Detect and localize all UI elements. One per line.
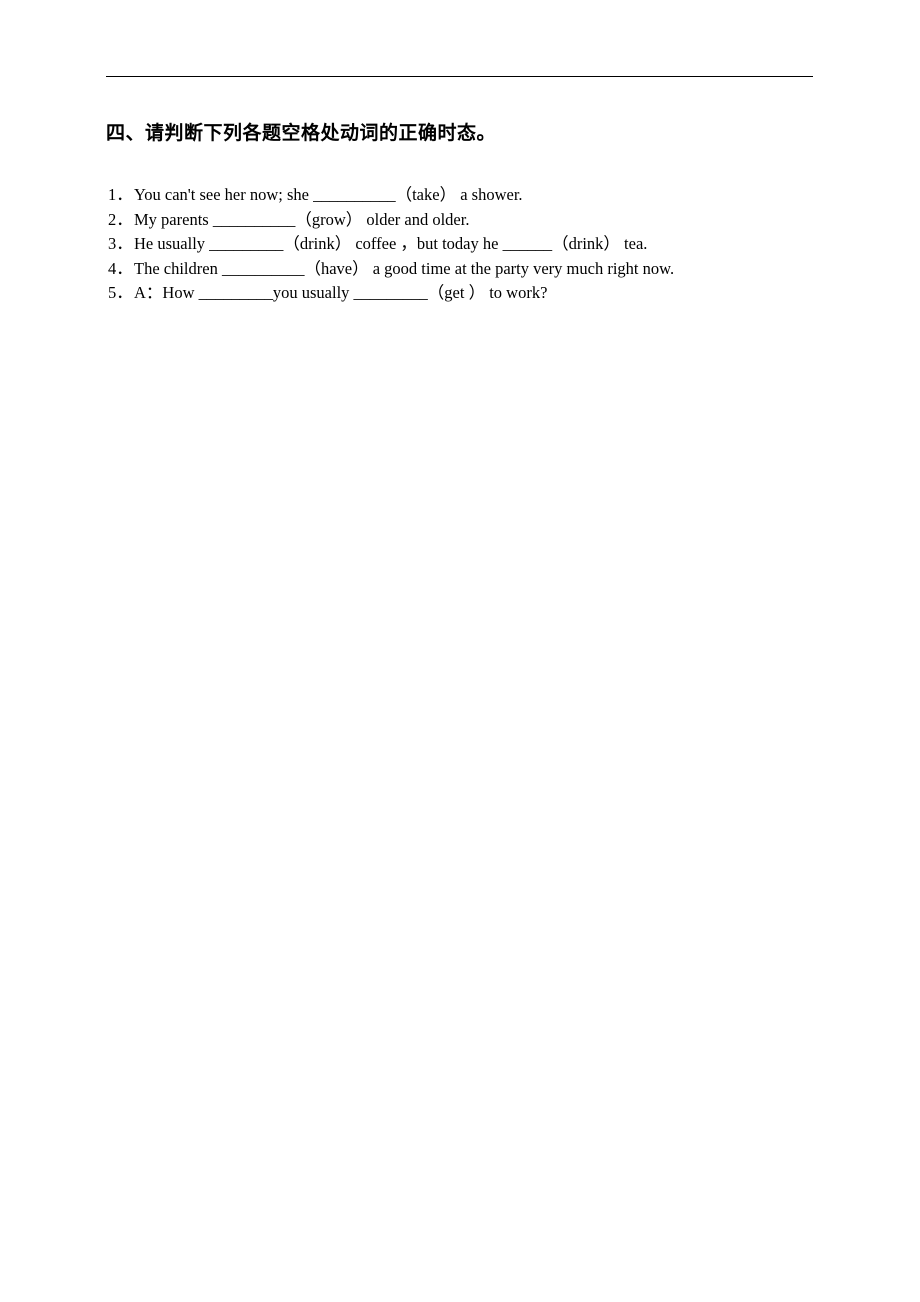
question-text: You can't see her now; she __________（ta…	[134, 185, 523, 204]
list-item: 3．He usually _________（drink） coffee ，bu…	[108, 232, 868, 257]
list-item: 4．The children __________（have） a good t…	[108, 257, 868, 282]
question-number: 3．	[108, 234, 133, 253]
question-text: The children __________（have） a good tim…	[134, 258, 675, 278]
list-item: 5．A：How _________you usually _________（g…	[108, 281, 868, 306]
header-divider	[106, 76, 813, 77]
question-number: 1．	[108, 185, 133, 204]
question-number: 4．	[108, 258, 133, 278]
question-number: 5．	[108, 283, 133, 302]
question-text: He usually _________（drink） coffee ，but …	[134, 234, 648, 253]
question-text: A：How _________you usually _________（get…	[134, 283, 548, 302]
question-text: My parents __________（grow） older and ol…	[134, 209, 470, 229]
question-number: 2．	[108, 209, 133, 229]
question-list: 1．You can't see her now; she __________（…	[108, 183, 868, 306]
section-heading: 四、请判断下列各题空格处动词的正确时态。	[106, 122, 497, 144]
list-item: 2．My parents __________（grow） older and …	[108, 208, 868, 233]
document-page: 四、请判断下列各题空格处动词的正确时态。 1．You can't see her…	[0, 0, 920, 1302]
list-item: 1．You can't see her now; she __________（…	[108, 183, 868, 208]
